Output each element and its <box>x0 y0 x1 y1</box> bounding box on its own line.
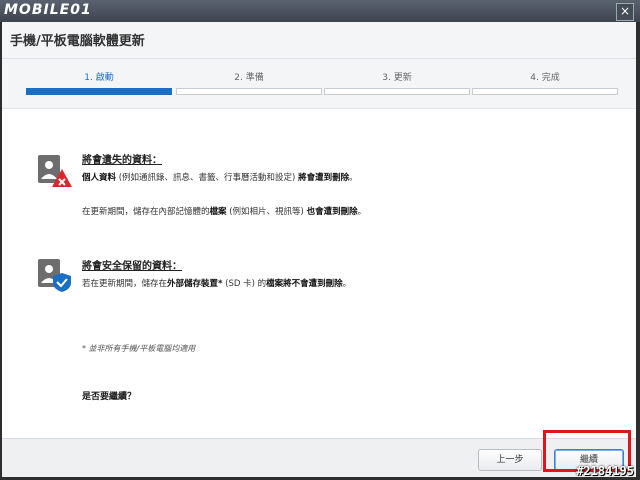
lost-line1-bold2: 將會遭到刪除 <box>298 173 350 183</box>
dialog-title: 手機/平板電腦軟體更新 <box>10 34 145 49</box>
browser-header: MOBILE01 × <box>0 0 640 22</box>
lost-line1-end: 。 <box>349 173 358 183</box>
step-1-label: 1. 啟動 <box>84 73 114 83</box>
step-4-bar <box>472 88 618 95</box>
lost-line2-bold: 檔案 <box>209 207 227 217</box>
lost-line1-bold: 個人資料 <box>82 173 117 183</box>
safe-line-plain: 若在更新期間，儲存在 <box>82 279 168 289</box>
user-data-delete-icon <box>36 153 72 193</box>
safe-data-line: 若在更新期間，儲存在外部儲存裝置* (SD 卡) 的檔案將不會遭到刪除。 <box>82 277 351 289</box>
divider <box>2 58 636 59</box>
continue-question: 是否要繼續？ <box>82 392 137 402</box>
user-data-safe-icon <box>36 257 72 297</box>
step-2: 2. 準備 <box>176 68 322 98</box>
step-3: 3. 更新 <box>324 68 470 98</box>
step-1-bar <box>26 88 172 95</box>
lost-line2-plain2: (例如相片、視訊等) <box>226 207 307 217</box>
dialog-footer: 上一步 繼續 <box>2 438 636 477</box>
step-progress: 1. 啟動 2. 準備 3. 更新 4. 完成 <box>26 68 618 98</box>
lost-line2-plain: 在更新期間，儲存在內部記憶體的 <box>82 207 210 217</box>
step-2-label: 2. 準備 <box>234 73 264 83</box>
watermark: #2184195 <box>576 464 634 478</box>
update-dialog: 手機/平板電腦軟體更新 1. 啟動 2. 準備 3. 更新 4. 完成 將會遺失… <box>2 22 636 477</box>
step-2-bar <box>176 88 322 95</box>
lost-line2-bold2: 也會遭到刪除 <box>306 207 358 217</box>
close-button[interactable]: × <box>616 3 634 21</box>
back-button[interactable]: 上一步 <box>478 449 542 471</box>
lost-data-line-2: 在更新期間，儲存在內部記憶體的檔案 (例如相片、視訊等) 也會遭到刪除。 <box>82 205 366 217</box>
safe-line-end: 。 <box>342 279 352 289</box>
dialog-content: 將會遺失的資料： 個人資料 (例如通訊錄、訊息、書籤、行事曆活動和設定) 將會遭… <box>2 108 636 439</box>
site-logo: MOBILE01 <box>4 2 92 18</box>
lost-data-title: 將會遺失的資料： <box>82 155 162 166</box>
safe-line-bold2: 檔案將不會遭到刪除 <box>266 279 343 289</box>
safe-line-bold: 外部儲存裝置* <box>167 279 223 289</box>
step-3-label: 3. 更新 <box>382 73 412 83</box>
footnote: * 並非所有手機/平板電腦均適用 <box>82 344 196 353</box>
lost-data-line-1: 個人資料 (例如通訊錄、訊息、書籤、行事曆活動和設定) 將會遭到刪除。 <box>82 171 358 183</box>
lost-line2-end: 。 <box>357 207 367 217</box>
safe-line-plain2: (SD 卡) 的 <box>222 279 267 289</box>
lost-line1-plain: (例如通訊錄、訊息、書籤、行事曆活動和設定) <box>116 173 299 183</box>
safe-data-title: 將會安全保留的資料： <box>82 261 182 272</box>
app-window: MOBILE01 × 手機/平板電腦軟體更新 1. 啟動 2. 準備 3. 更新… <box>0 0 640 480</box>
step-4: 4. 完成 <box>472 68 618 98</box>
step-1: 1. 啟動 <box>26 68 172 98</box>
step-4-label: 4. 完成 <box>530 73 560 83</box>
step-3-bar <box>324 88 470 95</box>
